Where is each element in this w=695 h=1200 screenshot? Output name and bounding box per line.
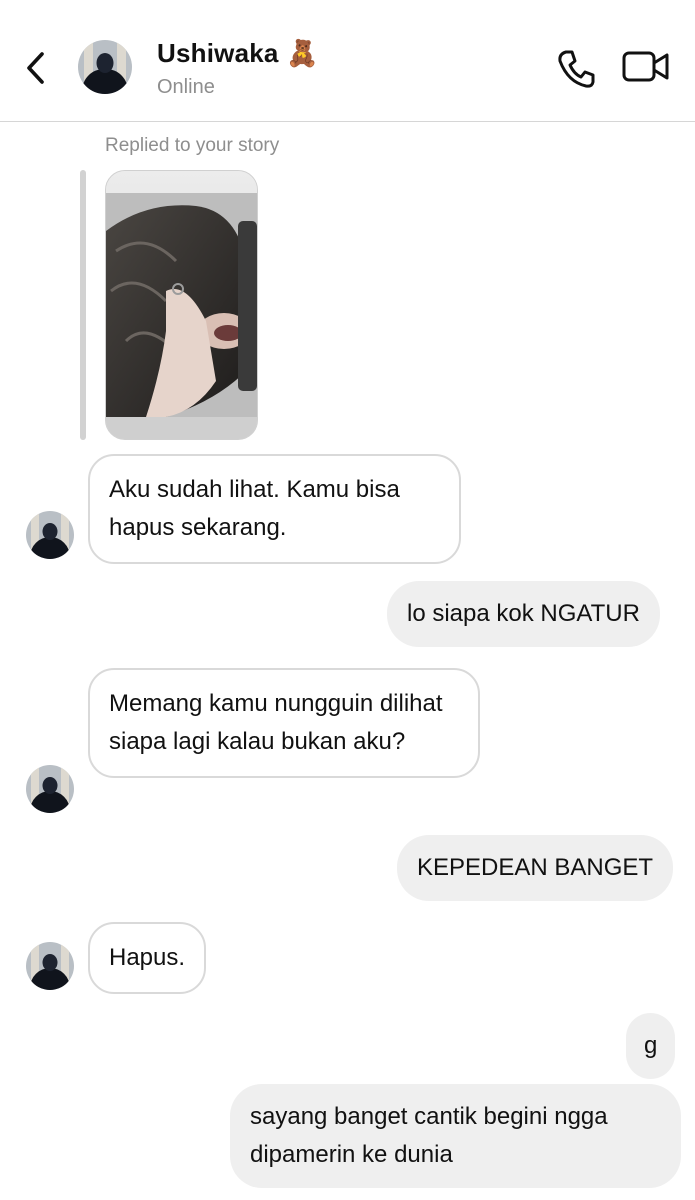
message-text: KEPEDEAN BANGET bbox=[417, 854, 654, 881]
phone-icon bbox=[558, 50, 595, 88]
received-message-bubble[interactable]: Hapus. bbox=[88, 922, 207, 994]
message-text: sayang banget cantik begini ngga dipamer… bbox=[250, 1103, 608, 1168]
sender-avatar[interactable] bbox=[26, 765, 74, 813]
message-text: Memang kamu nungguin dilihat siapa lagi … bbox=[109, 690, 443, 755]
sent-message-bubble[interactable]: lo siapa kok NGATUR bbox=[387, 581, 660, 647]
contact-name[interactable]: Ushiwaka 🧸 bbox=[157, 38, 319, 69]
message-text: lo siapa kok NGATUR bbox=[407, 600, 640, 627]
chevron-left-icon bbox=[27, 52, 44, 84]
received-message-bubble[interactable]: Memang kamu nungguin dilihat siapa lagi … bbox=[88, 668, 480, 778]
sender-avatar[interactable] bbox=[26, 942, 74, 990]
sent-message-bubble[interactable]: KEPEDEAN BANGET bbox=[397, 835, 674, 901]
replied-to-story-label: Replied to your story bbox=[105, 135, 280, 156]
audio-call-button[interactable] bbox=[555, 48, 597, 90]
sent-message-bubble[interactable]: g bbox=[626, 1013, 676, 1079]
sender-avatar[interactable] bbox=[26, 511, 74, 559]
received-message-bubble[interactable]: Aku sudah lihat. Kamu bisa hapus sekaran… bbox=[88, 454, 461, 564]
reply-indicator-bar bbox=[80, 170, 86, 440]
contact-name-text: Ushiwaka bbox=[157, 38, 279, 68]
back-button[interactable] bbox=[20, 48, 54, 88]
teddy-bear-emoji: 🧸 bbox=[285, 38, 319, 68]
contact-avatar[interactable] bbox=[78, 40, 132, 94]
sent-message-bubble[interactable]: sayang banget cantik begini ngga dipamer… bbox=[230, 1084, 681, 1188]
story-thumbnail[interactable] bbox=[105, 170, 258, 440]
video-camera-icon bbox=[622, 51, 669, 82]
video-call-button[interactable] bbox=[622, 50, 670, 84]
message-text: g bbox=[644, 1032, 658, 1059]
chat-header: Ushiwaka 🧸 Online bbox=[0, 0, 695, 122]
online-status: Online bbox=[157, 76, 215, 98]
message-text: Aku sudah lihat. Kamu bisa hapus sekaran… bbox=[109, 476, 400, 541]
story-photo bbox=[106, 171, 257, 439]
message-text: Hapus. bbox=[109, 944, 186, 971]
